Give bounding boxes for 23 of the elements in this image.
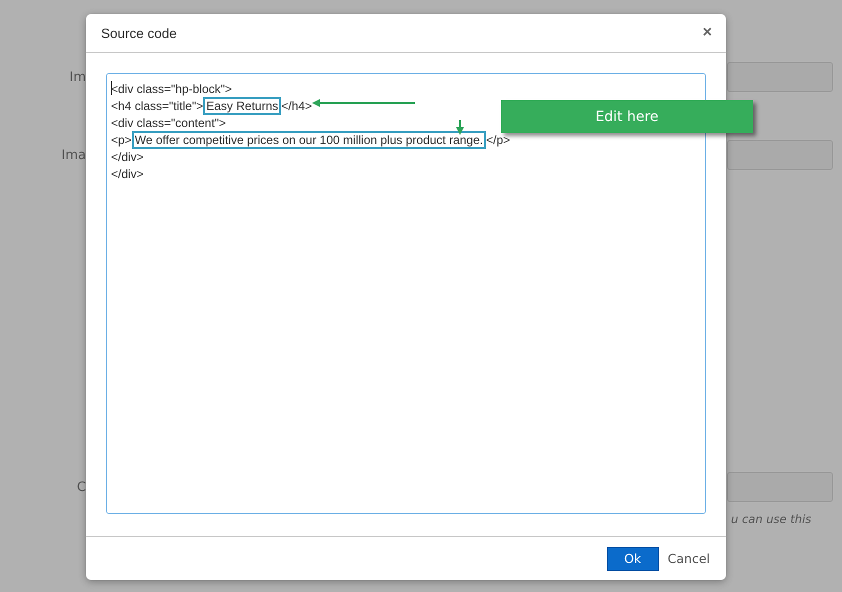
code-text: </h4> [281,98,312,112]
code-text: </p> [486,132,510,146]
dialog-title: Source code [101,26,177,40]
field-label: Ima [60,148,86,162]
code-text: <div class="hp-block"> [111,82,232,96]
close-button[interactable]: × [702,24,712,42]
highlighted-text: Easy Returns [203,96,282,114]
input-field[interactable] [727,62,833,92]
field-label: Im [68,70,86,84]
code-text: <p> [111,132,132,146]
highlighted-text: We offer competitive prices on our 100 million plus product range. [132,130,486,148]
input-field[interactable] [727,140,833,170]
code-text: </div> [111,166,144,180]
code-text: <div class="content"> [111,116,226,130]
callout: Edit here [501,100,753,133]
arrow [456,120,464,135]
cancel-button[interactable]: Cancel [668,551,710,566]
help-text: u can use this [731,512,812,526]
code-text: </div> [111,150,144,164]
code-text: <h4 class="title"> [111,98,204,112]
input-field[interactable] [727,472,833,502]
field-label: C [76,480,86,494]
ok-button[interactable]: Ok [606,546,659,570]
